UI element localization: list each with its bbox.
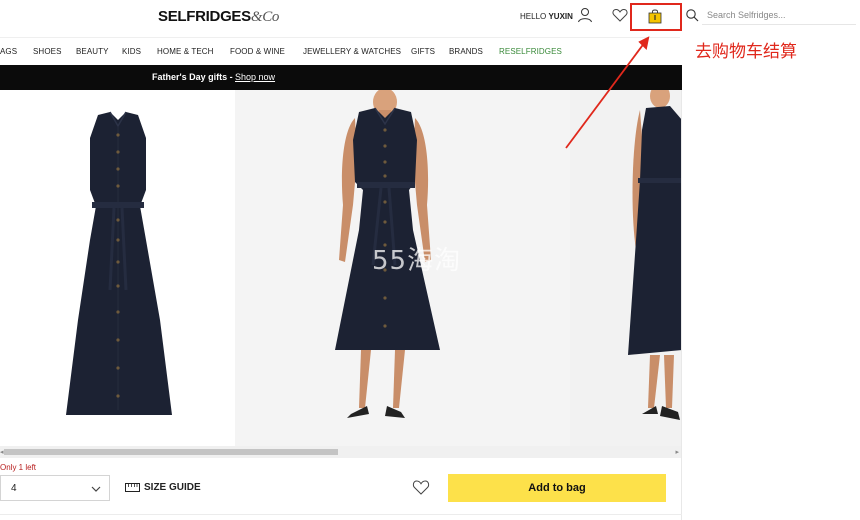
product-image-flat[interactable] — [0, 90, 235, 446]
nav-item-food-wine[interactable]: FOOD & WINE — [230, 47, 285, 56]
annotation-arrow-icon — [565, 36, 650, 149]
search-icon[interactable] — [685, 8, 699, 22]
nav-item-brands[interactable]: BRANDS — [449, 47, 483, 56]
size-value: 4 — [11, 483, 17, 494]
nav-item-jewellery-watches[interactable]: JEWELLERY & WATCHES — [303, 47, 401, 56]
annotation-label: 去购物车结算 — [695, 42, 797, 62]
nav-item-beauty[interactable]: BEAUTY — [76, 47, 109, 56]
chevron-down-icon — [91, 486, 101, 492]
nav-item-kids[interactable]: KIDS — [122, 47, 141, 56]
greeting: HELLO YUXIN — [520, 12, 573, 21]
search-input[interactable] — [702, 5, 856, 25]
scroll-right-arrow-icon[interactable]: ▸ — [675, 448, 679, 456]
watermark: 55海淘 — [372, 246, 462, 276]
heart-icon[interactable] — [612, 7, 628, 23]
wishlist-heart-icon[interactable] — [412, 479, 430, 495]
size-select[interactable]: 4 — [0, 475, 110, 501]
promo-shop-now-link[interactable]: Shop now — [235, 72, 275, 82]
site-header: SELFRIDGES&Co HELLO YUXIN — [0, 0, 860, 36]
ruler-icon — [125, 483, 140, 492]
logo-text: SELFRIDGES — [158, 8, 251, 25]
scrollbar-thumb[interactable] — [4, 449, 338, 455]
greeting-name: YUXIN — [548, 12, 573, 21]
nav-item-gifts[interactable]: GIFTS — [411, 47, 435, 56]
user-icon[interactable] — [577, 7, 593, 23]
nav-item-shoes[interactable]: SHOES — [33, 47, 62, 56]
promo-text: Father's Day gifts - — [152, 72, 233, 82]
shopping-bag-icon[interactable] — [647, 8, 663, 24]
gallery-scrollbar[interactable]: ◂ ▸ — [0, 446, 682, 458]
content-edge-divider — [681, 90, 682, 520]
dress-flat-illustration — [66, 111, 172, 415]
selfridges-logo[interactable]: SELFRIDGES&Co — [158, 8, 279, 26]
stock-note: Only 1 left — [0, 463, 37, 472]
nav-item-home-tech[interactable]: HOME & TECH — [157, 47, 214, 56]
bottom-divider — [0, 514, 682, 515]
logo-amp: &Co — [250, 9, 280, 25]
add-to-bag-button[interactable]: Add to bag — [448, 474, 666, 502]
size-guide-link[interactable]: SIZE GUIDE — [144, 482, 201, 493]
greeting-prefix: HELLO — [520, 12, 547, 21]
nav-item-bags[interactable]: AGS — [0, 47, 17, 56]
nav-item-reselfridges[interactable]: RESELFRIDGES — [499, 47, 562, 56]
scroll-left-arrow-icon[interactable]: ◂ — [0, 448, 4, 456]
